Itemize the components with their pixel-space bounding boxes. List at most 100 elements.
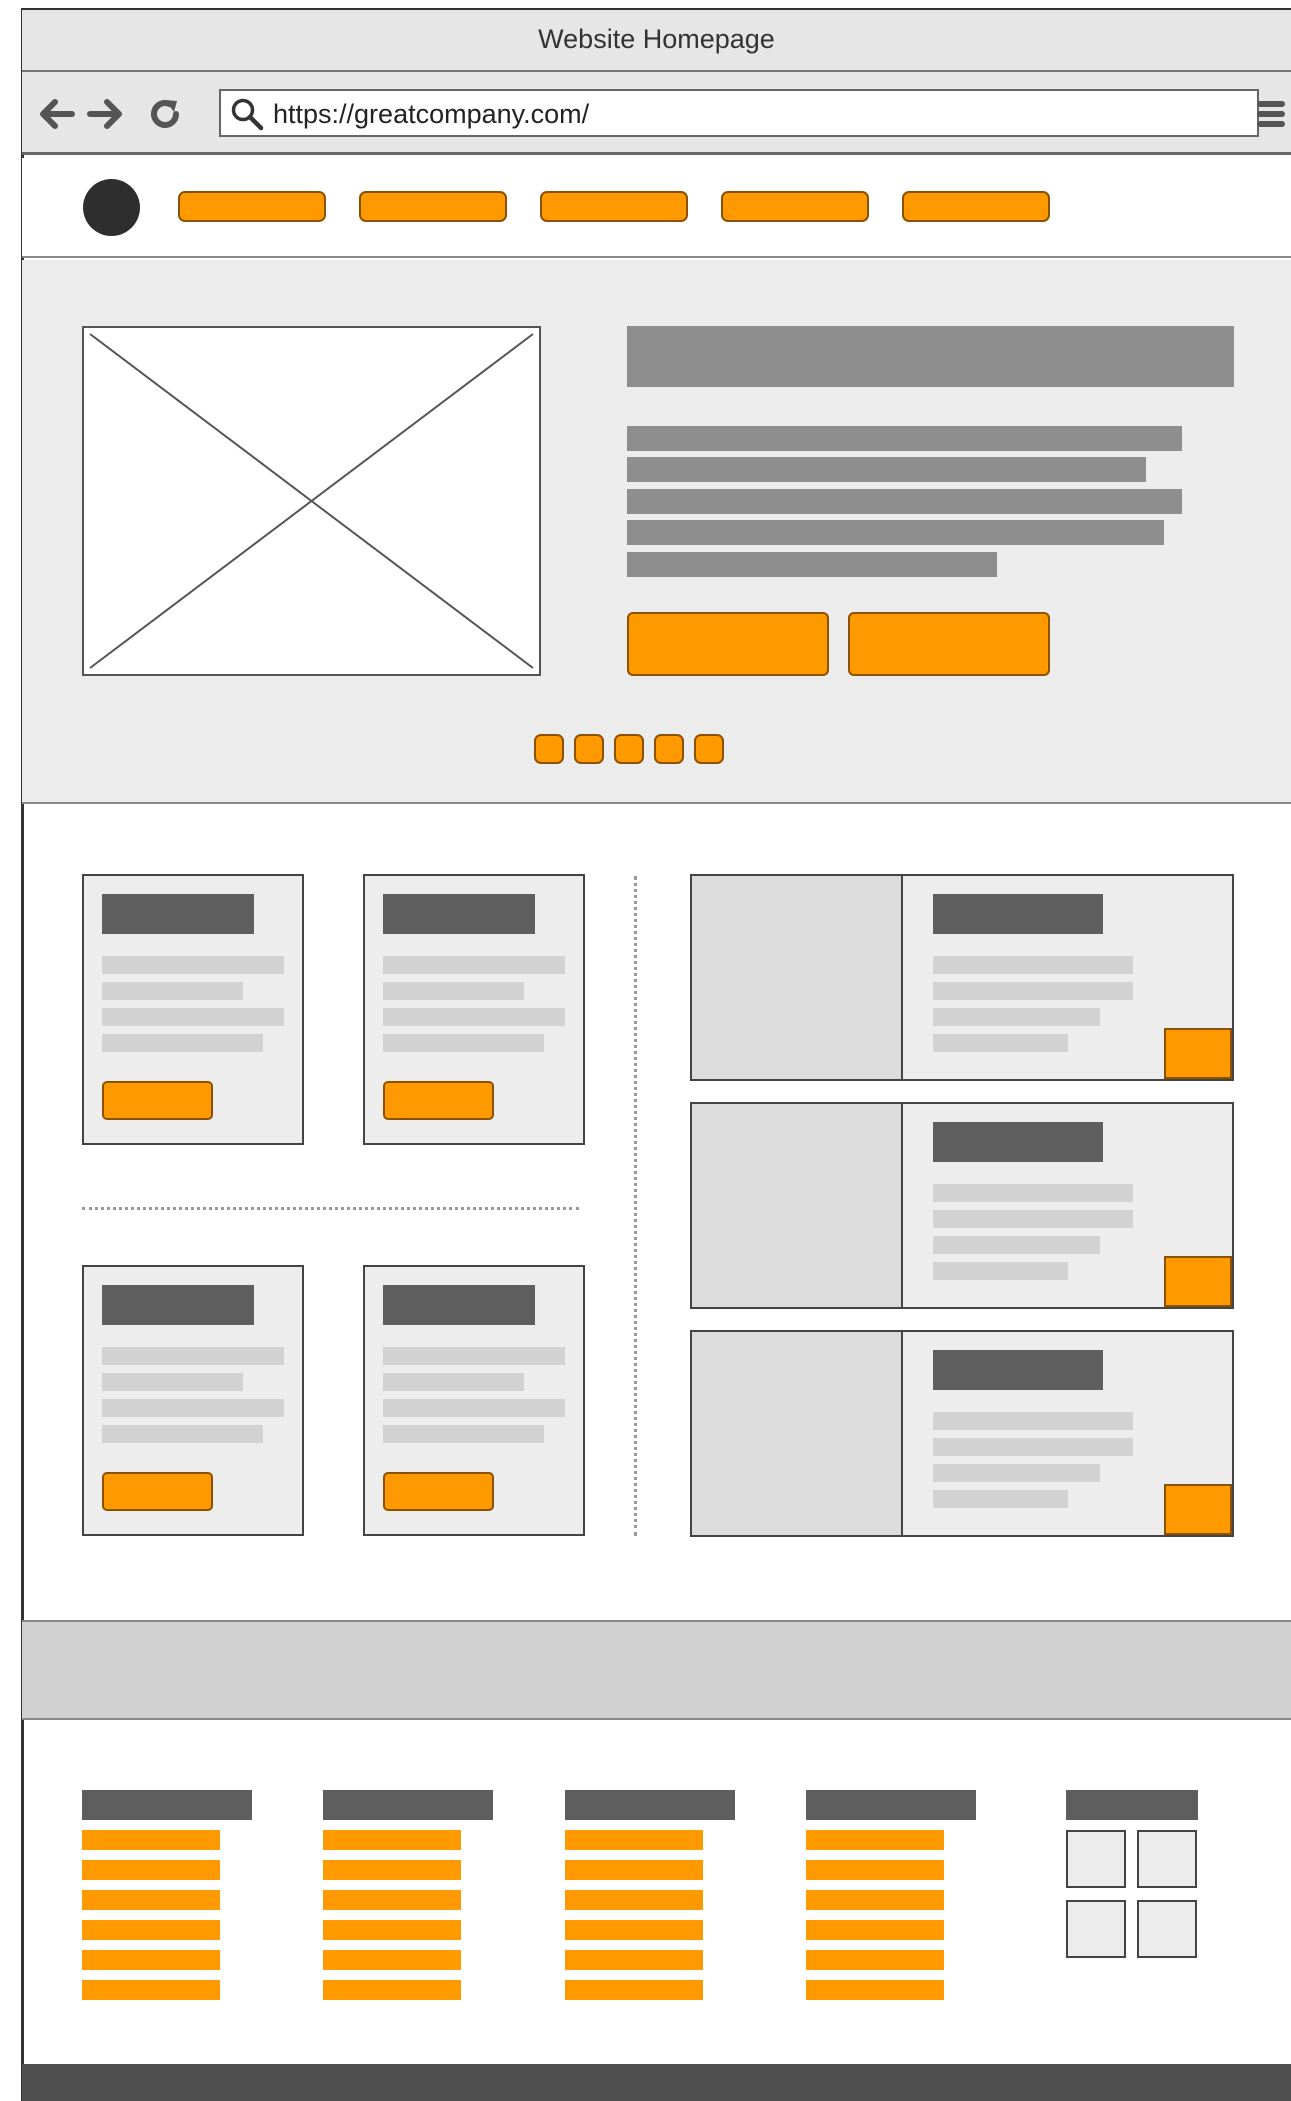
footer-gallery-thumbnail[interactable] xyxy=(1066,1900,1126,1958)
card-heading-placeholder xyxy=(102,1285,254,1325)
hamburger-menu-icon[interactable] xyxy=(1253,96,1289,132)
image-placeholder-icon xyxy=(89,333,534,669)
footer-link[interactable] xyxy=(323,1950,461,1970)
back-button[interactable] xyxy=(36,72,78,155)
carousel-dot-2[interactable] xyxy=(574,734,604,764)
footer-gallery-heading xyxy=(1066,1790,1198,1820)
media-card-text-line xyxy=(933,1184,1133,1202)
forward-button[interactable] xyxy=(84,72,126,155)
carousel-dot-4[interactable] xyxy=(654,734,684,764)
footer-link[interactable] xyxy=(806,1890,944,1910)
address-bar[interactable]: https://greatcompany.com/ xyxy=(219,89,1259,137)
footer-column-heading xyxy=(82,1790,252,1820)
reload-icon xyxy=(151,99,179,128)
card-button[interactable] xyxy=(383,1081,494,1120)
footer-gallery-thumbnail[interactable] xyxy=(1137,1830,1197,1888)
card-text-line xyxy=(102,1373,243,1391)
card-text-line xyxy=(102,982,243,1000)
hero-text-line xyxy=(627,457,1146,482)
media-card-text-line xyxy=(933,1008,1100,1026)
card-text-line xyxy=(102,1034,263,1052)
media-card-image xyxy=(692,1332,903,1535)
card-text-line xyxy=(383,1373,524,1391)
footer-link[interactable] xyxy=(565,1950,703,1970)
footer-link[interactable] xyxy=(806,1950,944,1970)
footer-link[interactable] xyxy=(565,1920,703,1940)
footer-link[interactable] xyxy=(565,1830,703,1850)
card-text-line xyxy=(383,1399,565,1417)
media-card xyxy=(690,874,1234,1081)
media-card-text-line xyxy=(933,1262,1068,1280)
carousel-dot-1[interactable] xyxy=(534,734,564,764)
media-card-text-line xyxy=(933,1438,1133,1456)
nav-item-2[interactable] xyxy=(359,191,507,222)
hero-heading-placeholder xyxy=(627,326,1234,387)
site-logo[interactable] xyxy=(83,179,140,236)
media-card-action[interactable] xyxy=(1164,1028,1232,1079)
footer-link[interactable] xyxy=(82,1830,220,1850)
carousel-dot-5[interactable] xyxy=(694,734,724,764)
media-card-action[interactable] xyxy=(1164,1484,1232,1535)
footer-link[interactable] xyxy=(565,1980,703,2000)
reload-button[interactable] xyxy=(144,72,186,155)
footer-link[interactable] xyxy=(82,1920,220,1940)
nav-item-1[interactable] xyxy=(178,191,326,222)
vertical-divider xyxy=(634,876,637,1536)
footer-link[interactable] xyxy=(323,1920,461,1940)
footer-link[interactable] xyxy=(806,1920,944,1940)
back-arrow-icon xyxy=(40,98,75,129)
media-card-text-line xyxy=(933,1464,1100,1482)
nav-item-5[interactable] xyxy=(902,191,1050,222)
media-card-text-line xyxy=(933,1210,1133,1228)
hero-secondary-button[interactable] xyxy=(848,612,1050,676)
site-header xyxy=(22,158,1291,258)
footer-link[interactable] xyxy=(82,1890,220,1910)
url-text: https://greatcompany.com/ xyxy=(273,99,590,129)
forward-arrow-icon xyxy=(87,98,122,129)
footer-link[interactable] xyxy=(82,1950,220,1970)
card-text-line xyxy=(102,1347,284,1365)
footer-link[interactable] xyxy=(806,1980,944,2000)
media-card xyxy=(690,1102,1234,1309)
nav-item-4[interactable] xyxy=(721,191,869,222)
footer-link[interactable] xyxy=(82,1980,220,2000)
browser-toolbar: https://greatcompany.com/ xyxy=(22,72,1291,155)
hero-image xyxy=(82,326,541,676)
card-text-line xyxy=(383,1347,565,1365)
card-button[interactable] xyxy=(102,1472,213,1511)
card-text-line xyxy=(383,1008,565,1026)
hero-text-line xyxy=(627,426,1182,451)
footer-gallery-thumbnail[interactable] xyxy=(1137,1900,1197,1958)
footer-column-heading xyxy=(323,1790,493,1820)
footer-link[interactable] xyxy=(323,1860,461,1880)
card-button[interactable] xyxy=(102,1081,213,1120)
nav-item-3[interactable] xyxy=(540,191,688,222)
horizontal-divider xyxy=(82,1207,579,1210)
card-text-line xyxy=(102,1425,263,1443)
footer-link[interactable] xyxy=(323,1830,461,1850)
media-card-action[interactable] xyxy=(1164,1256,1232,1307)
carousel-dot-3[interactable] xyxy=(614,734,644,764)
media-card-heading-placeholder xyxy=(933,1350,1103,1390)
title-bar: Website Homepage xyxy=(22,10,1291,72)
footer-link[interactable] xyxy=(82,1860,220,1880)
banner-band xyxy=(22,1620,1291,1720)
footer-link[interactable] xyxy=(806,1830,944,1850)
footer-link[interactable] xyxy=(806,1860,944,1880)
content-card xyxy=(82,1265,304,1536)
card-button[interactable] xyxy=(383,1472,494,1511)
footer-link[interactable] xyxy=(565,1890,703,1910)
card-text-line xyxy=(102,1008,284,1026)
hero-text-line xyxy=(627,520,1164,545)
footer-link[interactable] xyxy=(323,1890,461,1910)
content-card xyxy=(82,874,304,1145)
footer-link[interactable] xyxy=(323,1980,461,2000)
footer-gallery-thumbnail[interactable] xyxy=(1066,1830,1126,1888)
media-card-image xyxy=(692,1104,903,1307)
hero-section xyxy=(22,260,1291,804)
media-card-text-line xyxy=(933,982,1133,1000)
footer-link[interactable] xyxy=(565,1860,703,1880)
media-card-text-line xyxy=(933,956,1133,974)
hero-primary-button[interactable] xyxy=(627,612,829,676)
hero-text-line xyxy=(627,552,997,577)
